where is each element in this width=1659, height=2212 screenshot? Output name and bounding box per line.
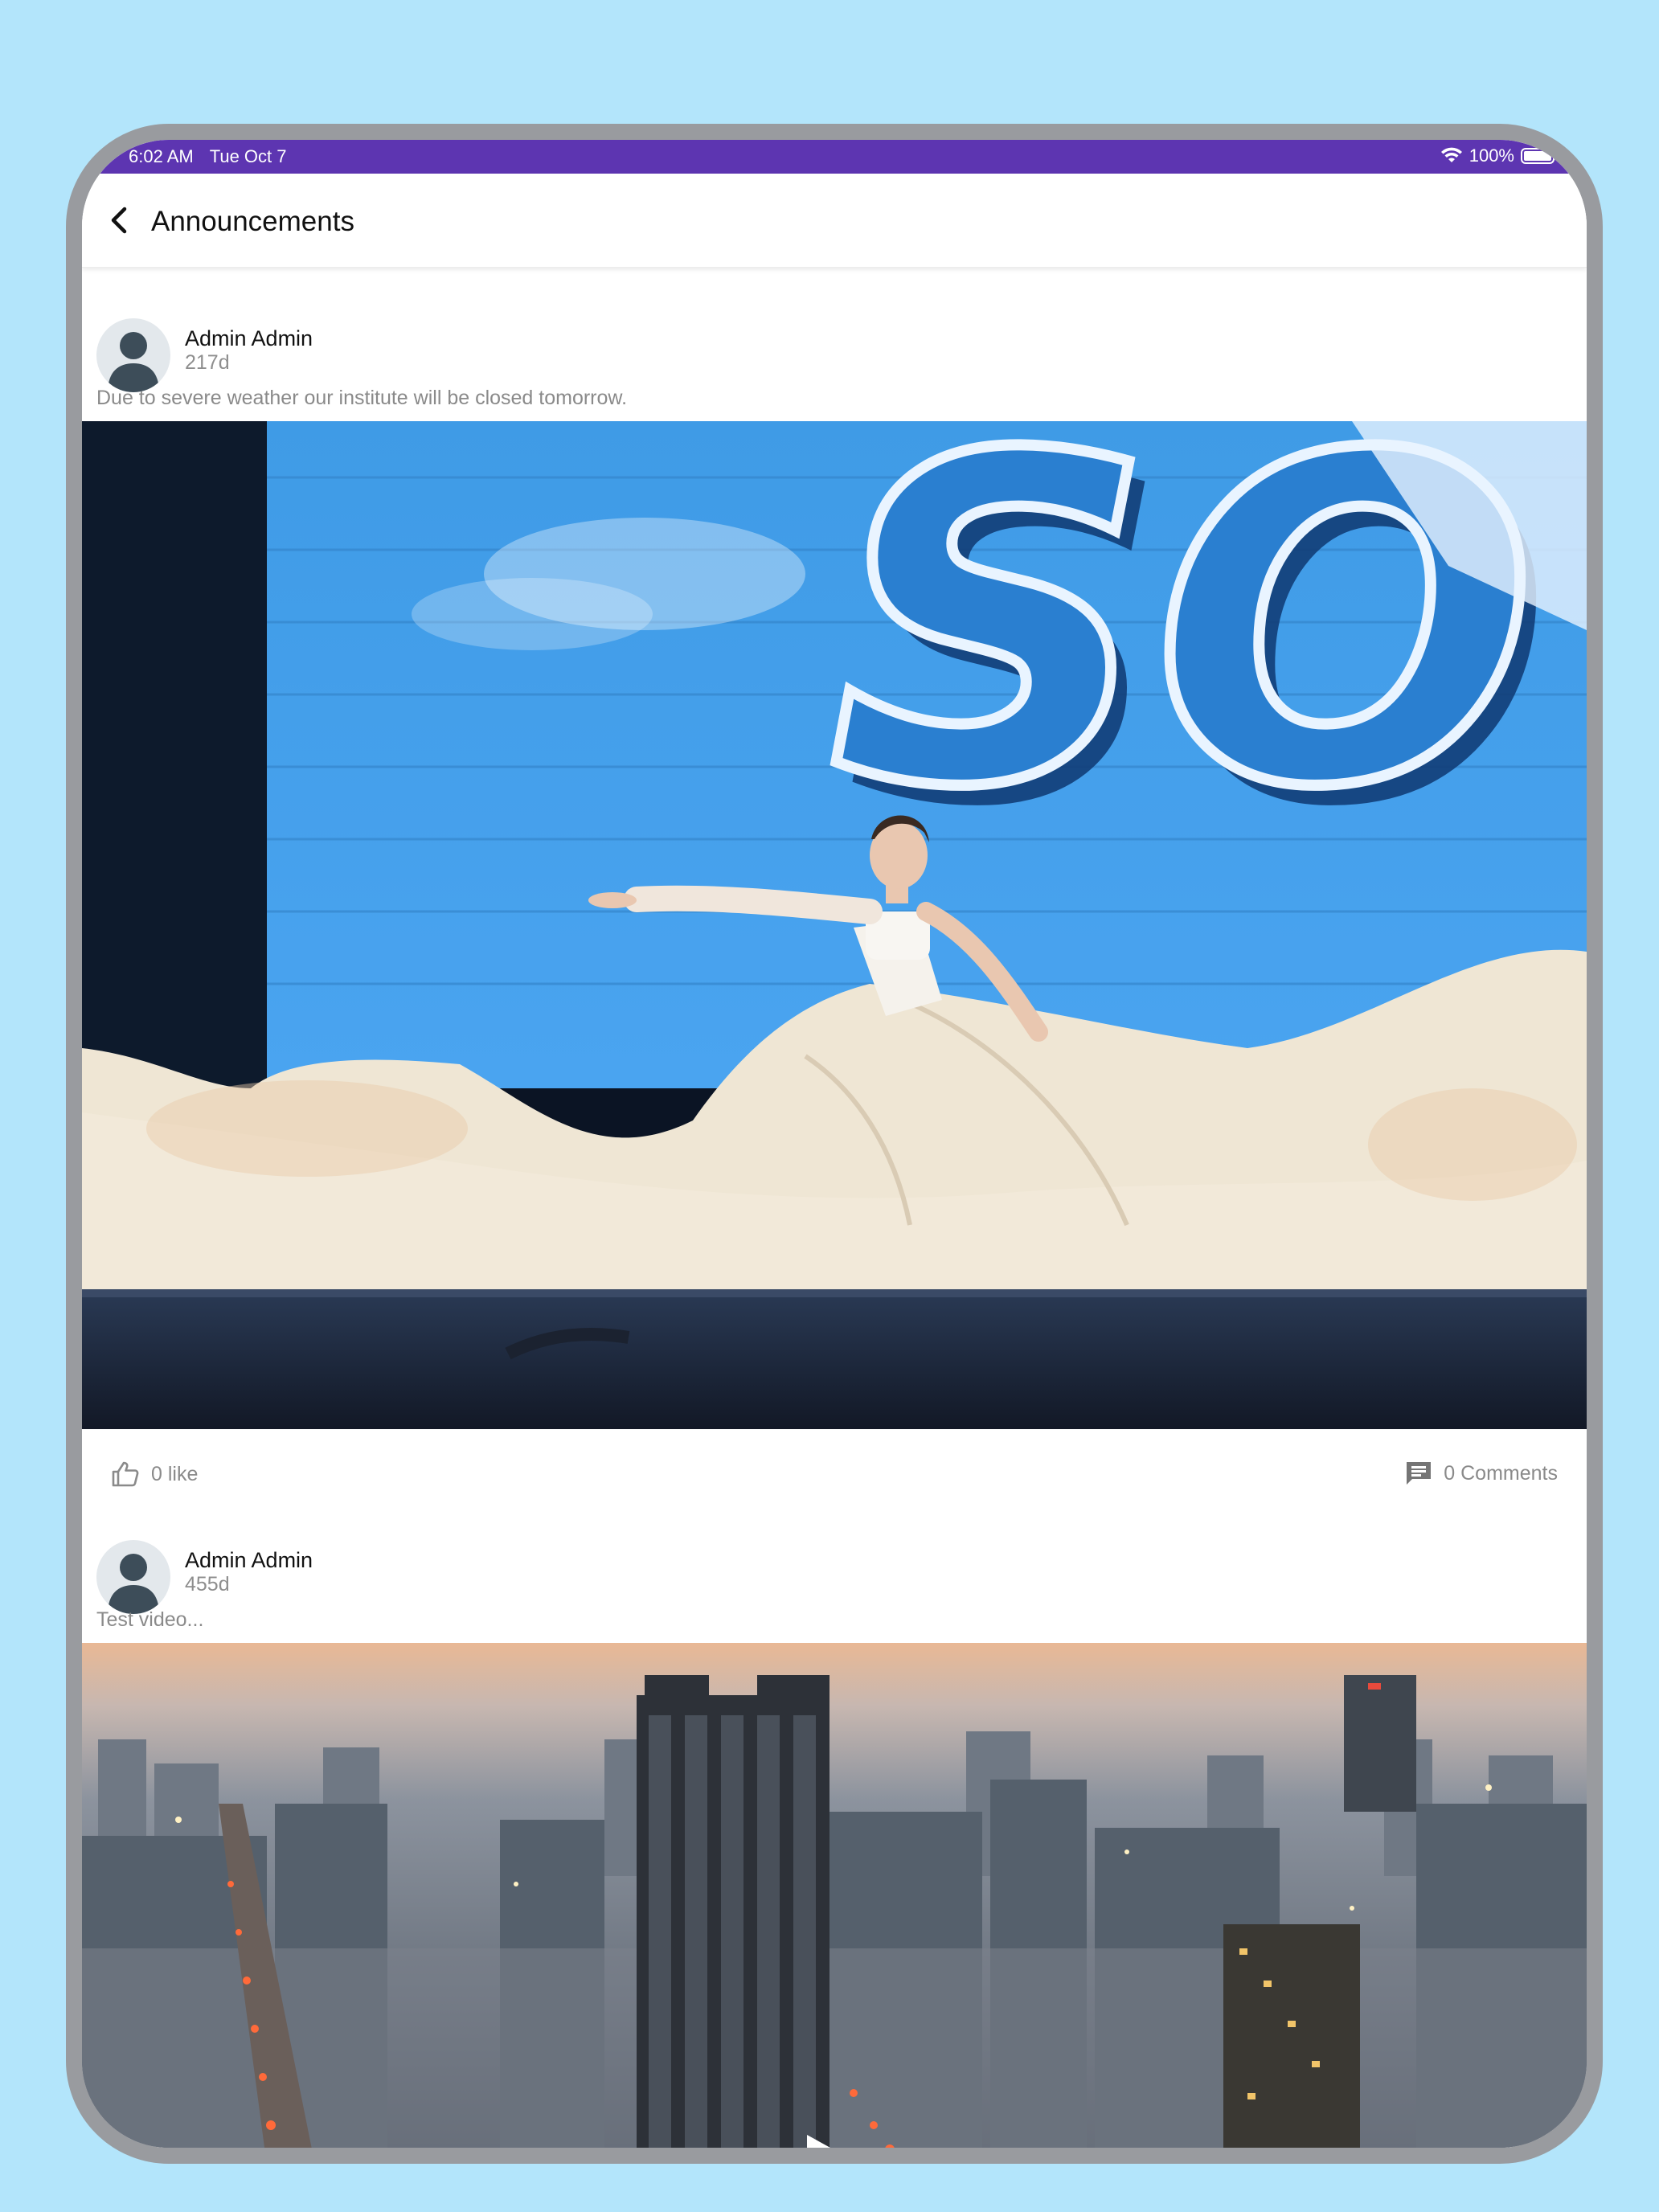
city-skyline-video-frame: [82, 1643, 1587, 2148]
like-button[interactable]: 0 like: [111, 1460, 198, 1489]
status-bar: 6:02 AM Tue Oct 7 100%: [82, 140, 1587, 174]
device-frame: 6:02 AM Tue Oct 7 100% Announcements Adm…: [66, 124, 1603, 2164]
wifi-icon: [1440, 147, 1462, 162]
status-time: 6:02 AM: [129, 146, 194, 166]
status-date: Tue Oct 7: [209, 146, 287, 166]
user-silhouette-icon: [108, 1554, 159, 1614]
comments-button[interactable]: 0 Comments: [1405, 1460, 1558, 1487]
post-image[interactable]: SO SO: [82, 421, 1587, 1429]
page-title: Announcements: [151, 206, 354, 237]
back-button[interactable]: [103, 203, 138, 238]
battery-icon: [1521, 148, 1555, 164]
post-age: 217d: [185, 351, 230, 374]
comment-count: 0 Comments: [1444, 1461, 1558, 1485]
announcement-post: Admin Admin 455d Test video...: [82, 1522, 1587, 2148]
like-count: 0 like: [151, 1462, 199, 1485]
thumbs-up-icon: [112, 1461, 139, 1487]
post-text: Test video...: [96, 1608, 204, 1631]
comment-icon: [1407, 1462, 1432, 1485]
post-video[interactable]: [82, 1643, 1587, 2148]
app-bar: Announcements: [82, 174, 1587, 268]
battery-percent: 100%: [1469, 145, 1514, 166]
app-screen: 6:02 AM Tue Oct 7 100% Announcements Adm…: [82, 140, 1587, 2148]
user-silhouette-icon: [108, 332, 159, 392]
chevron-left-icon: [111, 207, 127, 234]
avatar[interactable]: [96, 318, 170, 392]
announcement-post: Admin Admin 217d Due to severe weather o…: [82, 301, 1587, 1683]
avatar[interactable]: [96, 1540, 170, 1614]
post-text: Due to severe weather our institute will…: [96, 387, 628, 409]
post-author: Admin Admin: [185, 326, 313, 350]
dancer-on-stage-photo: SO SO: [82, 421, 1587, 1429]
post-author: Admin Admin: [185, 1548, 313, 1572]
post-age: 455d: [185, 1573, 230, 1596]
